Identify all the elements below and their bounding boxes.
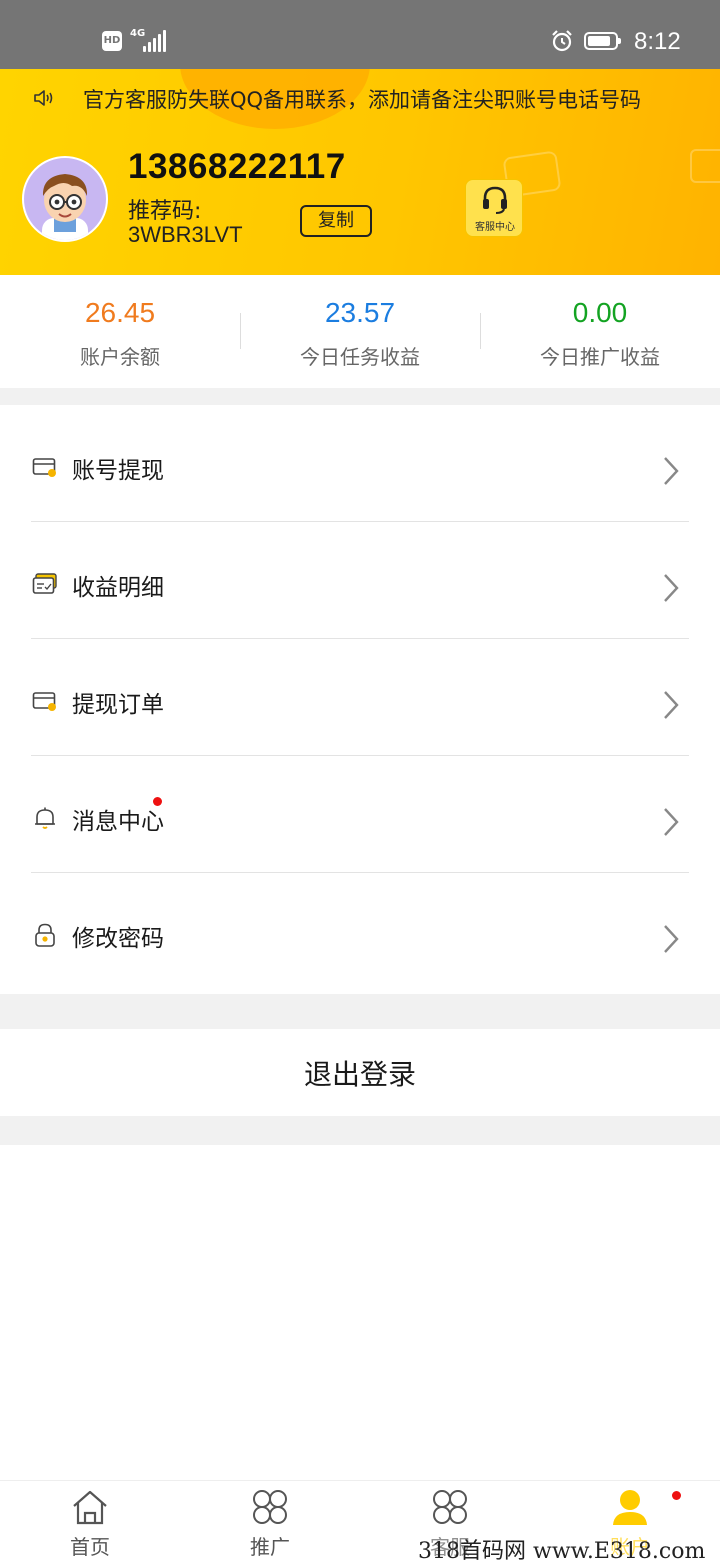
stat-label: 账户余额 [80,345,160,369]
stat-value: 0.00 [572,297,628,328]
stat-task-income[interactable]: 23.57 今日任务收益 [240,275,480,388]
hd-icon: HD [102,31,122,51]
grid-icon [253,1490,287,1524]
chevron-right-icon [664,808,679,836]
bell-icon [35,807,55,829]
stats-panel: 26.45 账户余额 23.57 今日任务收益 0.00 今日推广收益 [0,275,720,388]
menu-label: 修改密码 [72,926,164,952]
alarm-icon [552,30,572,52]
tab-label: 推广 [250,1535,290,1559]
grid-icon [433,1490,467,1524]
unread-badge [153,797,162,806]
lock-icon [35,923,55,947]
stat-balance[interactable]: 26.45 账户余额 [0,275,240,388]
referral-code-value: 3WBR3LVT [128,222,243,247]
status-bar: HD 4G 8:12 [0,0,720,69]
tab-label: 首页 [70,1535,110,1559]
logout-button[interactable]: 退出登录 [0,1029,720,1116]
speaker-icon [34,90,53,106]
menu-label: 收益明细 [72,575,164,601]
customer-service-label: 客服中心 [475,222,515,233]
stat-label: 今日任务收益 [300,345,420,369]
menu-label: 提现订单 [72,692,164,718]
menu-item-change-password[interactable]: 修改密码 [0,873,720,990]
clock-time: 8:12 [634,28,681,55]
battery-icon [584,32,621,50]
chevron-right-icon [664,574,679,602]
wallet-icon [32,458,56,477]
watermark-text: 318首码网 www.E318.com [418,1533,706,1565]
account-phone: 13868222117 [128,147,346,186]
avatar[interactable] [22,156,108,242]
user-icon [613,1490,647,1525]
cards-icon [32,573,57,594]
headset-icon [483,186,507,214]
wallet-icon [32,692,56,711]
account-menu: 账号提现 收益明细 提现订单 消息中心 修改密码 [0,405,720,994]
copy-button[interactable]: 复制 [300,205,372,237]
logout-label: 退出登录 [303,1058,416,1091]
customer-service-button[interactable]: 客服中心 [465,179,523,237]
section-gap [0,1116,720,1145]
home-icon [73,1490,107,1525]
chevron-right-icon [664,691,679,719]
section-gap [0,994,720,1029]
cartoon-avatar-icon [42,174,88,240]
referral-code-label: 推荐码: [128,199,202,224]
tab-badge [672,1491,681,1500]
stat-value: 26.45 [84,297,156,328]
section-gap [0,388,720,405]
menu-item-withdraw-orders[interactable]: 提现订单 [0,639,720,756]
account-header: 官方客服防失联QQ备用联系，添加请备注尖职账号电话号码 13868222117 … [0,69,720,275]
stat-value: 23.57 [324,297,396,328]
chevron-right-icon [664,925,679,953]
stat-label: 今日推广收益 [540,345,660,369]
signal-icon [143,30,167,52]
menu-label: 消息中心 [72,809,164,835]
menu-item-withdraw[interactable]: 账号提现 [0,405,720,522]
notice-marquee[interactable]: 官方客服防失联QQ备用联系，添加请备注尖职账号电话号码 [83,85,687,117]
tab-promote[interactable]: 推广 [180,1481,360,1561]
menu-label: 账号提现 [72,458,164,484]
menu-item-messages[interactable]: 消息中心 [0,756,720,873]
menu-item-income-details[interactable]: 收益明细 [0,522,720,639]
stat-promotion-income[interactable]: 0.00 今日推广收益 [480,275,720,388]
tab-home[interactable]: 首页 [0,1481,180,1561]
chevron-right-icon [664,457,679,485]
